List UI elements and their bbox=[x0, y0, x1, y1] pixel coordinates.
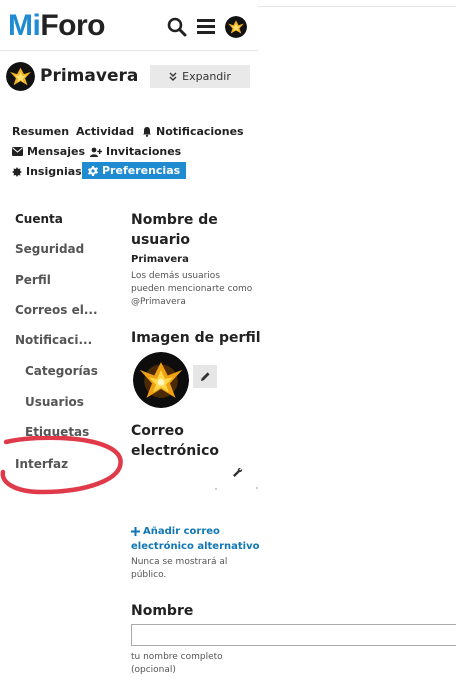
profile-image bbox=[133, 352, 189, 408]
tab-invitaciones[interactable]: Invitaciones bbox=[90, 145, 181, 158]
search-icon[interactable] bbox=[167, 17, 187, 37]
heading-line: electrónico bbox=[131, 443, 219, 459]
tab-label: Invitaciones bbox=[106, 145, 182, 158]
heading-line: Correo bbox=[131, 423, 184, 439]
link-text: Añadir correo bbox=[143, 526, 220, 537]
tab-notificaciones[interactable]: Notificaciones bbox=[142, 125, 244, 138]
hint-line: (opcional) bbox=[131, 665, 176, 675]
badge-icon bbox=[12, 166, 22, 177]
tab-label: Actividad bbox=[76, 125, 135, 138]
tab-label: Preferencias bbox=[102, 164, 181, 177]
username-heading: Nombre de usuario bbox=[131, 210, 218, 250]
user-name: Primavera bbox=[40, 66, 139, 86]
add-alternate-email-link[interactable]: Añadir correo electrónico alternativo bbox=[131, 524, 259, 554]
link-line: electrónico alternativo bbox=[131, 541, 260, 552]
chevrons-down-icon bbox=[169, 72, 177, 81]
name-heading: Nombre bbox=[131, 603, 194, 619]
sidebar-item-notificaciones[interactable]: Notificaci... bbox=[15, 333, 92, 347]
scan-artifact-dot bbox=[256, 487, 258, 489]
mention-help: Los demás usuarios pueden mencionarte co… bbox=[131, 270, 252, 309]
name-input[interactable] bbox=[131, 624, 456, 646]
sidebar-item-categorias[interactable]: Categorías bbox=[25, 364, 98, 378]
email-heading: Correo electrónico bbox=[131, 421, 219, 461]
plus-icon bbox=[131, 527, 140, 536]
envelope-icon bbox=[12, 147, 23, 156]
add-email-label: Añadir correo electrónico alternativo bbox=[131, 524, 259, 554]
note-line: público. bbox=[131, 570, 167, 580]
hint-line: tu nombre completo bbox=[131, 652, 223, 662]
heading-line: usuario bbox=[131, 232, 191, 248]
tab-preferencias[interactable]: Preferencias bbox=[82, 162, 187, 179]
sidebar-item-usuarios[interactable]: Usuarios bbox=[25, 395, 84, 409]
highlight-circle bbox=[0, 436, 123, 495]
username-value: Primavera bbox=[131, 254, 189, 265]
bell-icon bbox=[143, 127, 151, 137]
help-line: Los demás usuarios bbox=[131, 271, 221, 281]
wrench-icon[interactable] bbox=[232, 467, 244, 479]
user-avatar bbox=[6, 62, 35, 91]
tab-resumen[interactable]: Resumen bbox=[12, 125, 69, 138]
sidebar-item-perfil[interactable]: Perfil bbox=[15, 273, 51, 287]
expand-label: Expandir bbox=[182, 70, 231, 83]
user-plus-icon bbox=[90, 147, 102, 157]
header-divider bbox=[258, 6, 456, 7]
tab-insignias[interactable]: Insignias bbox=[12, 165, 82, 178]
expand-button[interactable]: Expandir bbox=[150, 65, 250, 88]
sidebar-item-correos[interactable]: Correos el... bbox=[15, 303, 98, 317]
pencil-icon bbox=[200, 372, 210, 381]
scan-artifact-dot bbox=[215, 488, 217, 490]
tab-label: Insignias bbox=[26, 165, 82, 178]
link-line: Añadir correo bbox=[131, 524, 259, 539]
tab-label: Notificaciones bbox=[156, 125, 244, 138]
hamburger-menu-icon[interactable] bbox=[197, 18, 215, 35]
help-line: @Primavera bbox=[131, 297, 186, 307]
profile-image-heading: Imagen de perfil bbox=[131, 330, 261, 346]
email-privacy-note: Nunca se mostrará al público. bbox=[131, 556, 227, 582]
site-logo[interactable]: MiForo bbox=[8, 8, 105, 44]
heading-line: Nombre de bbox=[131, 212, 218, 228]
name-hint: tu nombre completo (opcional) bbox=[131, 651, 223, 677]
tab-mensajes[interactable]: Mensajes bbox=[12, 145, 85, 158]
tab-label: Resumen bbox=[12, 125, 70, 138]
gear-icon bbox=[88, 165, 98, 176]
logo-suffix: Foro bbox=[40, 9, 105, 42]
logo-prefix: Mi bbox=[8, 9, 41, 42]
help-line: pueden mencionarte como bbox=[131, 284, 253, 294]
header-avatar[interactable] bbox=[225, 16, 247, 38]
tab-actividad[interactable]: Actividad bbox=[76, 125, 134, 138]
note-line: Nunca se mostrará al bbox=[131, 557, 228, 567]
sidebar-item-cuenta[interactable]: Cuenta bbox=[15, 212, 63, 226]
tab-label: Mensajes bbox=[27, 145, 85, 158]
edit-avatar-button[interactable] bbox=[193, 365, 217, 388]
sidebar-item-seguridad[interactable]: Seguridad bbox=[15, 242, 84, 256]
